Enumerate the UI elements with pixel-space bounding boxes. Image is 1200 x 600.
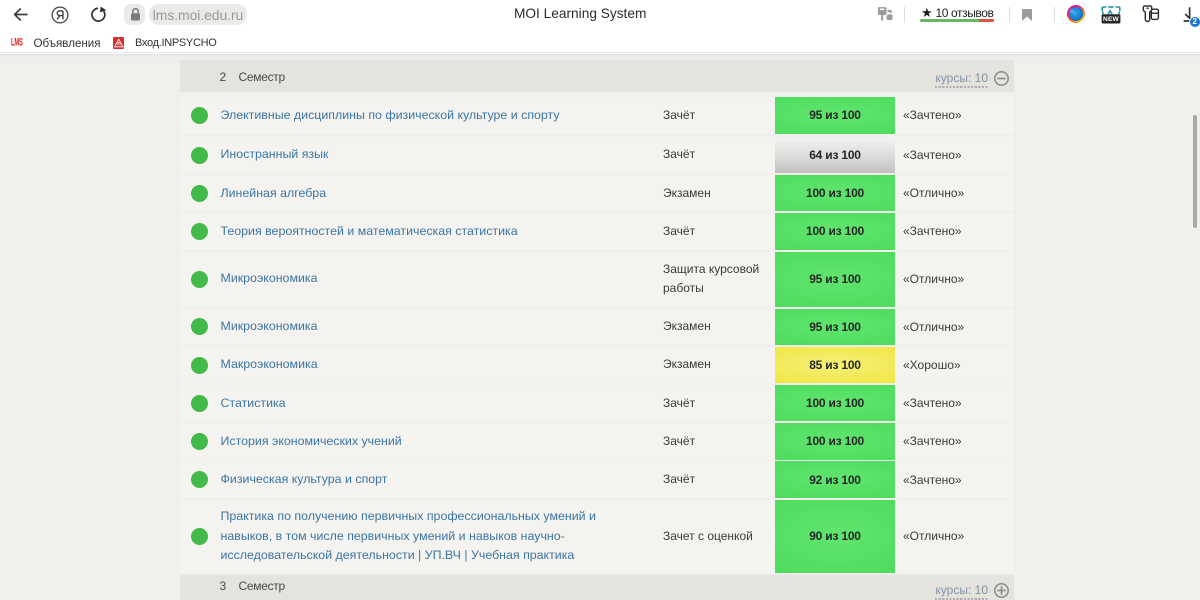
svg-text:NEW: NEW [1103, 16, 1120, 23]
